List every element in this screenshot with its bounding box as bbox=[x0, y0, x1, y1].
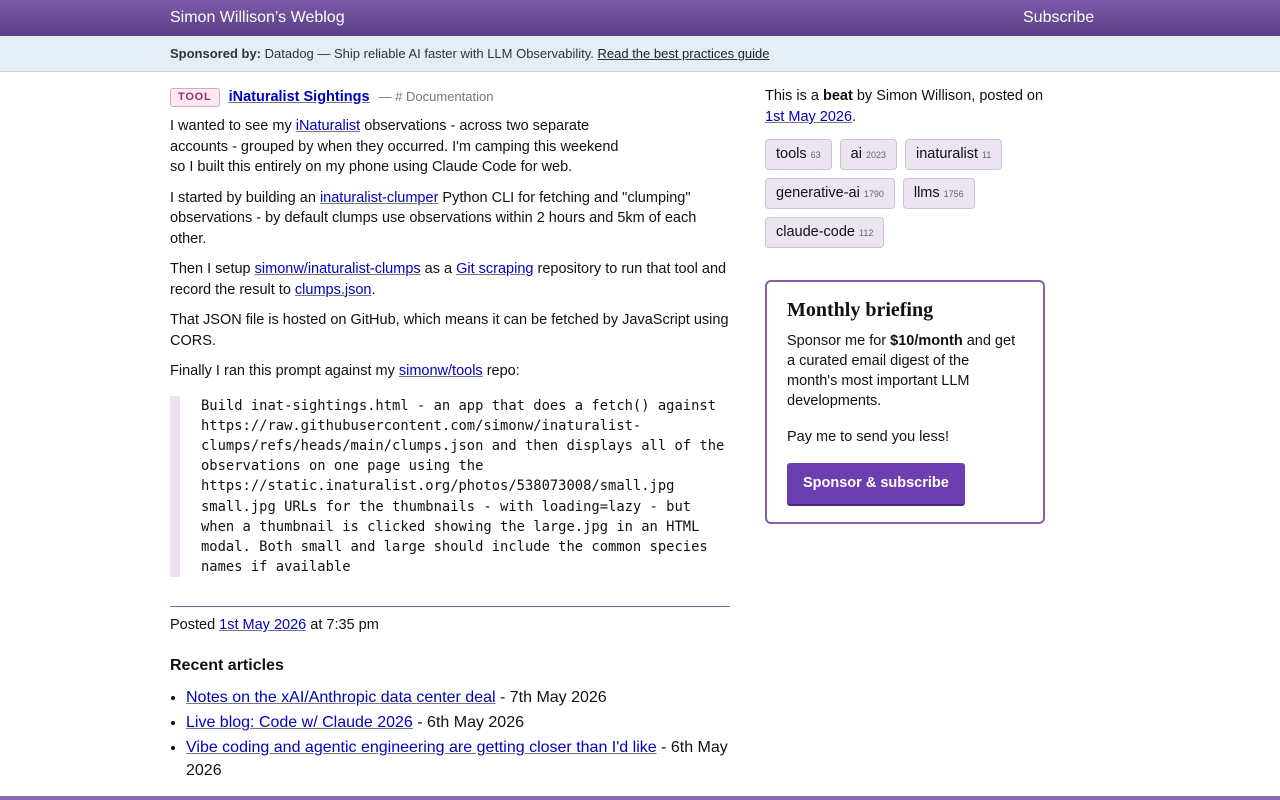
beat-end: . bbox=[852, 109, 857, 125]
tag-ai[interactable]: ai 2023 bbox=[839, 139, 897, 170]
footer-bar bbox=[0, 796, 1280, 800]
list-item: Live blog: Code w/ Claude 2026 - 6th May… bbox=[186, 711, 730, 734]
tag-inaturalist[interactable]: inaturalist 11 bbox=[904, 139, 1003, 170]
prompt-blockquote: Build inat-sightings.html - an app that … bbox=[170, 395, 730, 578]
sponsor-text: Datadog — Ship reliable AI faster with L… bbox=[261, 46, 598, 61]
entry-header: TOOL iNaturalist Sightings — # Documenta… bbox=[170, 86, 730, 108]
paragraph-4: That JSON file is hosted on GitHub, whic… bbox=[170, 312, 729, 349]
paragraph-5: Finally I ran this prompt against my sim… bbox=[170, 361, 730, 382]
sponsor-bar: Sponsored by: Datadog — Ship reliable AI… bbox=[0, 36, 1280, 72]
entry-documentation-meta: — # Documentation bbox=[378, 88, 494, 104]
beat-word: beat bbox=[823, 88, 853, 104]
beat-date-link[interactable]: 1st May 2026 bbox=[765, 109, 852, 125]
posted-line: Posted 1st May 2026 at 7:35 pm bbox=[170, 615, 730, 636]
tag-count: 112 bbox=[859, 228, 874, 238]
briefing-price: $10/month bbox=[890, 333, 963, 349]
tag-count: 1756 bbox=[943, 189, 964, 199]
briefing-text-pre: Sponsor me for bbox=[787, 333, 891, 349]
tag-count: 11 bbox=[982, 150, 992, 160]
tag-count: 63 bbox=[810, 150, 821, 160]
posted-date-link[interactable]: 1st May 2026 bbox=[219, 617, 306, 633]
sponsor-subscribe-button[interactable]: Sponsor & subscribe bbox=[787, 463, 965, 506]
tag-name: claude-code bbox=[776, 224, 855, 240]
list-item: Notes on the xAI/Anthropic data center d… bbox=[186, 686, 730, 709]
posted-time: at 7:35 pm bbox=[306, 617, 379, 634]
recent-article-link[interactable]: Vibe coding and agentic engineering are … bbox=[186, 739, 657, 756]
sponsor-label: Sponsored by: bbox=[170, 46, 262, 61]
briefing-description: Sponsor me for $10/month and get a curat… bbox=[787, 331, 1023, 411]
recent-article-link[interactable]: Notes on the xAI/Anthropic data center d… bbox=[186, 689, 496, 706]
p5-text-b: repo: bbox=[482, 363, 520, 379]
tag-count: 2023 bbox=[865, 150, 886, 160]
subscribe-link[interactable]: Subscribe bbox=[1023, 9, 1094, 27]
recent-article-date: - 7th May 2026 bbox=[495, 689, 607, 707]
sponsor-link[interactable]: Read the best practices guide bbox=[598, 46, 770, 61]
paragraph-3: Then I setup simonw/inaturalist-clumps a… bbox=[170, 259, 730, 300]
beat-description: This is a beat by Simon Willison, posted… bbox=[765, 86, 1045, 128]
tag-list: tools 63 ai 2023 inaturalist 11 generative-… bbox=[765, 139, 1045, 248]
site-title-link[interactable]: Simon Willison’s Weblog bbox=[170, 9, 345, 27]
p1-text-a: I wanted to see my bbox=[170, 118, 296, 134]
inaturalist-link[interactable]: iNaturalist bbox=[296, 118, 360, 134]
tag-name: ai bbox=[850, 146, 862, 162]
tag-count: 1790 bbox=[863, 189, 884, 199]
site-header: Simon Willison’s Weblog Subscribe bbox=[0, 0, 1280, 36]
entry-divider bbox=[170, 606, 730, 608]
tag-name: generative-ai bbox=[776, 185, 860, 201]
p3-text-a: Then I setup bbox=[170, 261, 255, 277]
tag-tools[interactable]: tools 63 bbox=[765, 139, 832, 170]
entry-title-link[interactable]: iNaturalist Sightings bbox=[229, 87, 370, 108]
beat-post: by Simon Willison, posted on bbox=[852, 88, 1044, 104]
p3-text-b: as a bbox=[420, 261, 457, 277]
list-item: Vibe coding and agentic engineering are … bbox=[186, 736, 730, 782]
tag-name: llms bbox=[913, 185, 940, 201]
git-scraping-link[interactable]: Git scraping bbox=[456, 261, 533, 277]
recent-articles-heading: Recent articles bbox=[170, 656, 284, 674]
p5-text-a: Finally I ran this prompt against my bbox=[170, 363, 399, 379]
recent-articles-list: Notes on the xAI/Anthropic data center d… bbox=[170, 686, 730, 782]
recent-article-date: - 6th May 2026 bbox=[412, 714, 524, 732]
sidebar: This is a beat by Simon Willison, posted… bbox=[765, 86, 1045, 524]
p3-text-d: . bbox=[371, 281, 376, 298]
p2-text-a: I started by building an bbox=[170, 189, 320, 206]
entry-main: TOOL iNaturalist Sightings — # Documenta… bbox=[170, 86, 730, 784]
monthly-briefing-box: Monthly briefing Sponsor me for $10/mont… bbox=[765, 280, 1045, 524]
posted-prefix: Posted bbox=[170, 617, 220, 634]
paragraph-2: I started by building an inaturalist-clu… bbox=[170, 188, 730, 250]
paragraph-1: I wanted to see my iNaturalist observati… bbox=[170, 116, 630, 178]
inaturalist-clumps-repo-link[interactable]: simonw/inaturalist-clumps bbox=[255, 261, 421, 277]
briefing-tagline: Pay me to send you less! bbox=[787, 429, 949, 445]
tag-generative-ai[interactable]: generative-ai 1790 bbox=[765, 178, 895, 209]
inaturalist-clumper-link[interactable]: inaturalist-clumper bbox=[320, 190, 438, 206]
simonw-tools-link[interactable]: simonw/tools bbox=[399, 363, 483, 379]
tool-badge: TOOL bbox=[170, 87, 220, 107]
recent-article-link[interactable]: Live blog: Code w/ Claude 2026 bbox=[186, 714, 413, 731]
clumps-json-link[interactable]: clumps.json bbox=[295, 282, 372, 298]
tag-name: tools bbox=[776, 146, 807, 162]
tag-claude-code[interactable]: claude-code 112 bbox=[765, 217, 885, 248]
tag-name: inaturalist bbox=[915, 146, 979, 162]
tag-llms[interactable]: llms 1756 bbox=[902, 178, 975, 209]
briefing-title: Monthly briefing bbox=[787, 299, 934, 321]
beat-pre: This is a bbox=[765, 88, 824, 104]
